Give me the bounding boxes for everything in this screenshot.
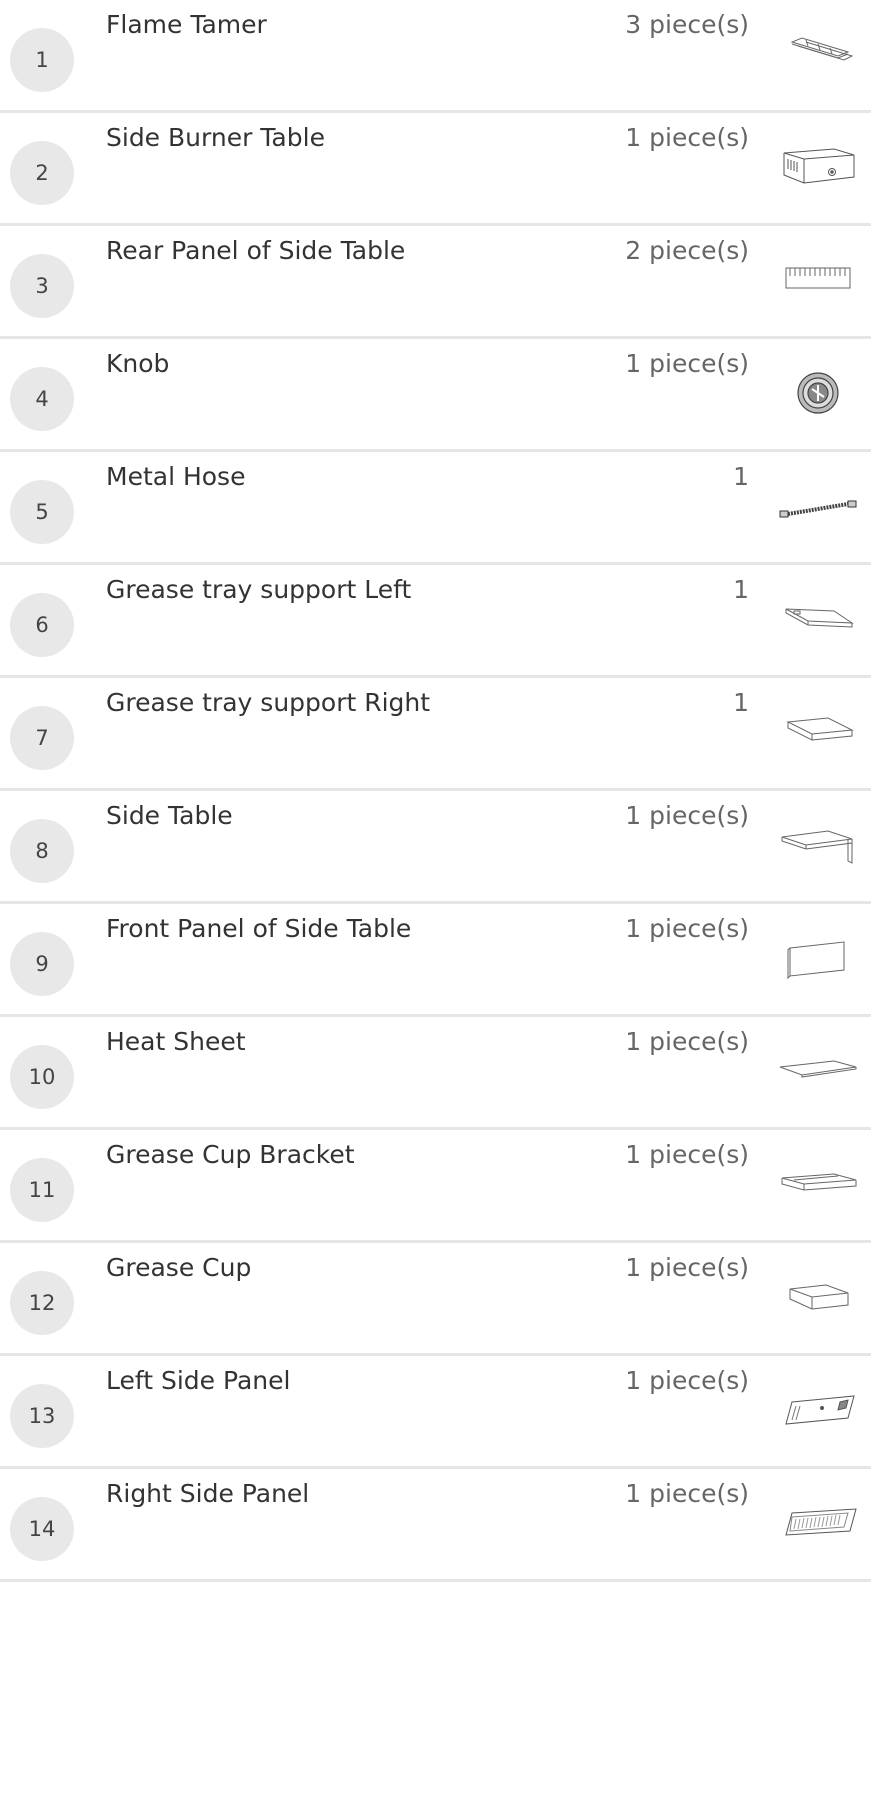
part-name: Rear Panel of Side Table xyxy=(106,236,406,265)
parts-list: 1 Flame Tamer 3 piece(s) 2 Side Burner T… xyxy=(0,0,871,1582)
part-quantity: 1 piece(s) xyxy=(625,1253,749,1282)
part-quantity: 1 xyxy=(733,462,749,491)
part-number-badge: 13 xyxy=(10,1384,74,1448)
part-name: Side Table xyxy=(106,801,233,830)
part-quantity: 3 piece(s) xyxy=(625,10,749,39)
part-name: Heat Sheet xyxy=(106,1027,246,1056)
flame-tamer-icon xyxy=(778,22,858,84)
right-side-panel-icon xyxy=(778,1491,858,1553)
part-row: 14 Right Side Panel 1 piece(s) xyxy=(0,1469,871,1582)
part-quantity: 1 xyxy=(733,575,749,604)
part-number-badge: 11 xyxy=(10,1158,74,1222)
part-number-badge: 9 xyxy=(10,932,74,996)
part-name: Front Panel of Side Table xyxy=(106,914,412,943)
part-name: Grease Cup xyxy=(106,1253,252,1282)
rear-panel-icon xyxy=(778,248,858,310)
part-quantity: 2 piece(s) xyxy=(625,236,749,265)
part-row: 1 Flame Tamer 3 piece(s) xyxy=(0,0,871,113)
part-number-badge: 5 xyxy=(10,480,74,544)
grease-tray-support-right-icon xyxy=(778,700,858,762)
part-quantity: 1 piece(s) xyxy=(625,349,749,378)
part-row: 13 Left Side Panel 1 piece(s) xyxy=(0,1356,871,1469)
part-row: 12 Grease Cup 1 piece(s) xyxy=(0,1243,871,1356)
part-number-badge: 6 xyxy=(10,593,74,657)
part-quantity: 1 piece(s) xyxy=(625,1479,749,1508)
part-name: Flame Tamer xyxy=(106,10,267,39)
part-name: Knob xyxy=(106,349,170,378)
part-quantity: 1 piece(s) xyxy=(625,1140,749,1169)
part-number-badge: 4 xyxy=(10,367,74,431)
part-number-badge: 8 xyxy=(10,819,74,883)
left-side-panel-icon xyxy=(778,1378,858,1440)
part-quantity: 1 piece(s) xyxy=(625,1027,749,1056)
side-burner-table-icon xyxy=(778,135,858,197)
side-table-icon xyxy=(778,813,858,875)
part-row: 3 Rear Panel of Side Table 2 piece(s) xyxy=(0,226,871,339)
part-name: Right Side Panel xyxy=(106,1479,310,1508)
part-row: 9 Front Panel of Side Table 1 piece(s) xyxy=(0,904,871,1017)
part-number-badge: 14 xyxy=(10,1497,74,1561)
grease-tray-support-left-icon xyxy=(778,587,858,649)
part-row: 11 Grease Cup Bracket 1 piece(s) xyxy=(0,1130,871,1243)
part-number-badge: 2 xyxy=(10,141,74,205)
part-name: Grease tray support Right xyxy=(106,688,431,717)
part-row: 7 Grease tray support Right 1 xyxy=(0,678,871,791)
part-name: Metal Hose xyxy=(106,462,246,491)
grease-cup-bracket-icon xyxy=(778,1152,858,1214)
heat-sheet-icon xyxy=(778,1039,858,1101)
part-name: Left Side Panel xyxy=(106,1366,291,1395)
part-row: 2 Side Burner Table 1 piece(s) xyxy=(0,113,871,226)
part-number-badge: 3 xyxy=(10,254,74,318)
part-quantity: 1 piece(s) xyxy=(625,123,749,152)
knob-icon xyxy=(778,361,858,423)
part-row: 5 Metal Hose 1 xyxy=(0,452,871,565)
metal-hose-icon xyxy=(778,474,858,536)
part-quantity: 1 piece(s) xyxy=(625,1366,749,1395)
part-number-badge: 7 xyxy=(10,706,74,770)
part-row: 8 Side Table 1 piece(s) xyxy=(0,791,871,904)
part-number-badge: 12 xyxy=(10,1271,74,1335)
part-quantity: 1 piece(s) xyxy=(625,801,749,830)
front-panel-icon xyxy=(778,926,858,988)
part-row: 10 Heat Sheet 1 piece(s) xyxy=(0,1017,871,1130)
part-name: Grease tray support Left xyxy=(106,575,412,604)
part-number-badge: 1 xyxy=(10,28,74,92)
part-number-badge: 10 xyxy=(10,1045,74,1109)
part-name: Side Burner Table xyxy=(106,123,325,152)
part-name: Grease Cup Bracket xyxy=(106,1140,355,1169)
part-row: 6 Grease tray support Left 1 xyxy=(0,565,871,678)
grease-cup-icon xyxy=(778,1265,858,1327)
part-quantity: 1 piece(s) xyxy=(625,914,749,943)
part-row: 4 Knob 1 piece(s) xyxy=(0,339,871,452)
part-quantity: 1 xyxy=(733,688,749,717)
